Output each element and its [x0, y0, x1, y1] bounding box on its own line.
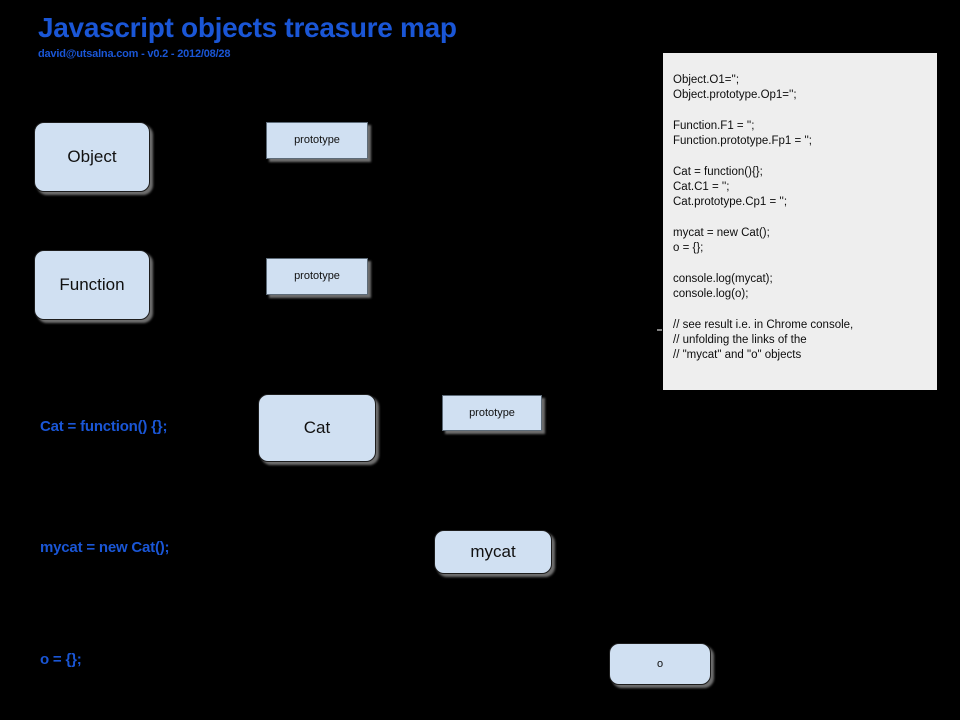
code-line: // "mycat" and "o" objects — [673, 349, 802, 362]
node-object-label: Object — [67, 146, 117, 166]
code-line: mycat = new Cat(); — [673, 226, 770, 239]
node-mycat-label: mycat — [470, 541, 516, 561]
annotation-mycat-instantiation: mycat = new Cat(); — [40, 539, 170, 556]
code-line: Cat = function(){}; — [673, 165, 763, 178]
diagram-canvas: Javascript objects treasure map david@ut… — [0, 0, 960, 720]
node-mycat[interactable]: mycat — [434, 530, 552, 574]
code-panel: Object.O1=''; Object.prototype.Op1=''; F… — [663, 53, 937, 390]
panel-edge-marker — [657, 329, 662, 331]
code-line: console.log(o); — [673, 288, 749, 301]
node-o[interactable]: o — [609, 643, 711, 685]
node-function-prototype[interactable]: prototype — [266, 258, 368, 295]
node-function[interactable]: Function — [34, 250, 150, 320]
code-line: Function.F1 = ''; — [673, 119, 755, 132]
node-object-prototype-label: prototype — [294, 134, 340, 147]
code-line: Object.prototype.Op1=''; — [673, 89, 797, 102]
node-function-prototype-label: prototype — [294, 270, 340, 283]
node-cat-prototype[interactable]: prototype — [442, 395, 542, 431]
code-line: Cat.prototype.Cp1 = ''; — [673, 196, 788, 209]
code-line: // unfolding the links of the — [673, 334, 807, 347]
node-object[interactable]: Object — [34, 122, 150, 192]
code-line: Object.O1=''; — [673, 74, 740, 86]
annotation-cat-declaration: Cat = function() {}; — [40, 418, 168, 435]
node-cat[interactable]: Cat — [258, 394, 376, 462]
node-cat-prototype-label: prototype — [469, 406, 515, 419]
code-line: Function.prototype.Fp1 = ''; — [673, 135, 812, 148]
node-cat-label: Cat — [303, 417, 331, 437]
code-line: Cat.C1 = ''; — [673, 181, 730, 194]
code-line: // see result i.e. in Chrome console, — [673, 318, 854, 331]
annotation-o-literal: o = {}; — [40, 651, 82, 668]
code-line: console.log(mycat); — [673, 272, 773, 285]
node-o-label: o — [656, 657, 664, 670]
node-object-prototype[interactable]: prototype — [266, 122, 368, 159]
node-function-label: Function — [59, 274, 125, 294]
code-line: o = {}; — [673, 242, 704, 255]
page-subtitle: david@utsalna.com - v0.2 - 2012/08/28 — [38, 48, 231, 60]
page-title: Javascript objects treasure map — [38, 12, 457, 43]
